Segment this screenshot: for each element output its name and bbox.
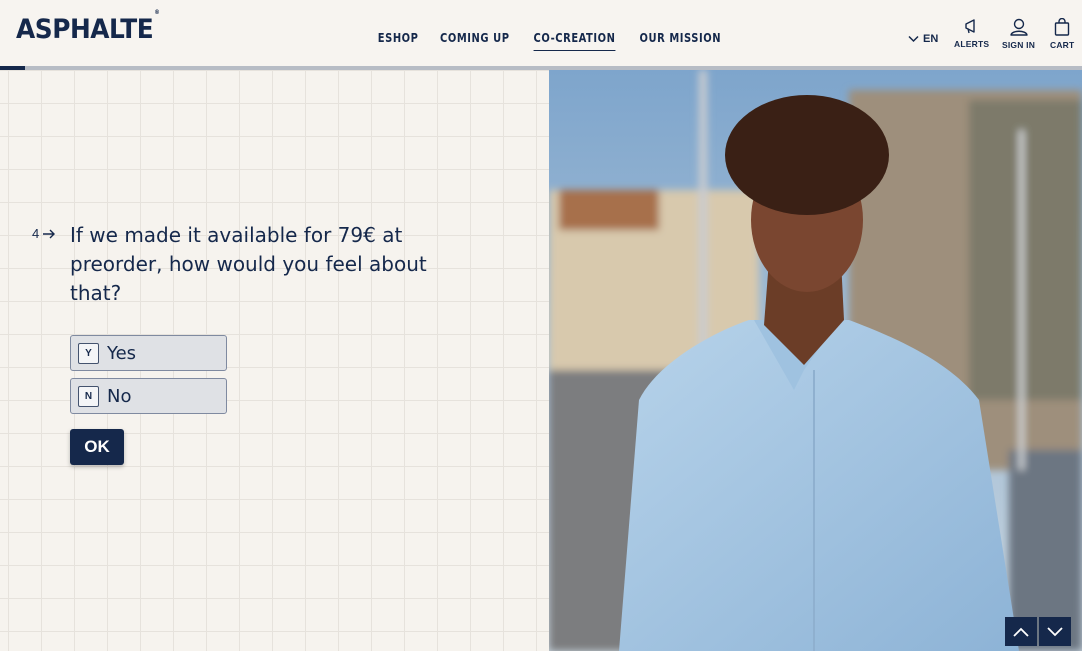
choice-yes[interactable]: Y Yes	[70, 335, 227, 371]
choice-no[interactable]: N No	[70, 378, 227, 414]
choice-key-y: Y	[78, 342, 99, 364]
choice-key-n: N	[78, 385, 99, 407]
nav-item-our-mission[interactable]: OUR MISSION	[639, 31, 721, 51]
choice-label-no: No	[107, 385, 132, 407]
cart-label: CART	[1050, 40, 1075, 50]
choice-label-yes: Yes	[107, 342, 137, 364]
arrow-right-icon	[43, 229, 56, 238]
chevron-down-icon	[908, 35, 919, 43]
nav-item-eshop[interactable]: ESHOP	[378, 31, 419, 51]
chevron-up-icon	[1013, 627, 1029, 637]
previous-question-button[interactable]	[1005, 617, 1037, 646]
brand-name: ASPHALTE	[16, 14, 154, 45]
site-header: ASPHALTE® ESHOP COMING UP CO-CREATION OU…	[0, 0, 1082, 67]
main-nav: ESHOP COMING UP CO-CREATION OUR MISSION	[376, 31, 725, 51]
survey-panel: 4 If we made it available for 79€ at pre…	[0, 70, 549, 651]
photo-illustration	[549, 70, 1082, 651]
language-selector[interactable]: EN	[908, 33, 938, 45]
brand-logo[interactable]: ASPHALTE®	[16, 9, 160, 45]
chevron-down-icon	[1047, 626, 1063, 636]
nav-item-co-creation[interactable]: CO-CREATION	[533, 31, 616, 51]
sign-in-button[interactable]: SIGN IN	[1002, 18, 1035, 50]
language-label: EN	[923, 33, 939, 45]
brand-registered-mark: ®	[154, 9, 160, 16]
sign-in-label: SIGN IN	[1002, 40, 1036, 50]
question-number: 4	[32, 226, 56, 241]
next-question-button[interactable]	[1039, 617, 1071, 646]
cart-button[interactable]: CART	[1050, 18, 1074, 50]
bag-icon	[1055, 18, 1070, 36]
alerts-button[interactable]: ALERTS	[954, 18, 989, 49]
question-text: If we made it available for 79€ at preor…	[70, 223, 427, 305]
question-nav	[1005, 617, 1071, 646]
user-icon	[1009, 18, 1028, 36]
nav-item-coming-up[interactable]: COMING UP	[440, 31, 510, 51]
model-photo	[549, 70, 1082, 651]
alerts-label: ALERTS	[954, 39, 990, 49]
ok-button[interactable]: OK	[70, 429, 124, 465]
megaphone-icon	[964, 19, 975, 34]
question-number-label: 4	[32, 226, 40, 241]
